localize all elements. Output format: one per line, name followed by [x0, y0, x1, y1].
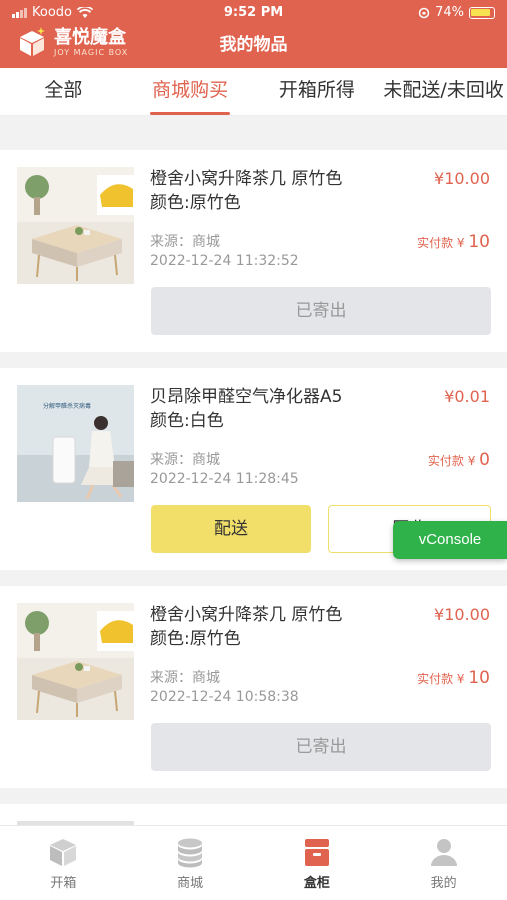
paid-amount: 实付款 ¥ 10: [417, 668, 490, 688]
battery-icon: [469, 6, 495, 19]
shipped-status-button[interactable]: 已寄出: [151, 287, 491, 335]
product-image: [17, 167, 134, 284]
vconsole-button[interactable]: vConsole: [393, 521, 507, 559]
shipped-status-button[interactable]: 已寄出: [151, 723, 491, 771]
nav-label-profile: 我的: [430, 876, 457, 891]
tab-all[interactable]: 全部: [0, 68, 127, 115]
product-color: 颜色:白色: [150, 411, 224, 431]
item-card: 橙舍小窝升降茶几 原竹色 颜色:原竹色 ¥10.00 来源：商城 2022-12…: [0, 586, 507, 788]
tab-unbox-gains[interactable]: 开箱所得: [254, 68, 381, 115]
battery-percent: 74%: [435, 5, 464, 20]
product-title: 橙舍小窝升降茶几 原竹色: [150, 169, 343, 189]
coins-icon: [178, 838, 203, 868]
product-image: [17, 603, 134, 720]
product-price: ¥10.00: [434, 605, 490, 624]
product-source: 来源：商城: [150, 452, 220, 468]
cabinet-icon: [304, 839, 329, 866]
nav-item-profile[interactable]: 我的: [380, 826, 507, 900]
deliver-button[interactable]: 配送: [151, 505, 311, 553]
product-image: 分解甲醛杀灭病毒: [17, 385, 134, 502]
product-source: 来源：商城: [150, 234, 220, 250]
nav-item-mall[interactable]: 商城: [127, 826, 254, 900]
paid-amount: 实付款 ¥ 0: [428, 450, 490, 470]
nav-label-cabinet: 盒柜: [303, 876, 330, 891]
product-price: ¥0.01: [444, 387, 490, 406]
paid-value: 10: [468, 668, 490, 688]
tab-undelivered[interactable]: 未配送/未回收: [380, 68, 507, 115]
bottom-nav: 开箱 商城 盒柜 我的: [0, 825, 507, 900]
paid-value: 0: [479, 450, 490, 470]
product-color: 颜色:原竹色: [150, 629, 241, 649]
user-icon: [430, 839, 457, 866]
nav-label-mall: 商城: [177, 876, 204, 891]
nav-item-cabinet[interactable]: 盒柜: [254, 826, 381, 900]
product-title: 贝昂除甲醛空气净化器A5: [150, 387, 343, 407]
paid-value: 10: [468, 232, 490, 252]
order-date: 2022-12-24 11:32:52: [150, 253, 299, 269]
product-title: 橙舍小窝升降茶几 原竹色: [150, 605, 343, 625]
order-date: 2022-12-24 11:28:45: [150, 471, 299, 487]
product-price: ¥10.00: [434, 169, 490, 188]
paid-label: 实付款 ¥: [417, 672, 465, 686]
paid-label: 实付款 ¥: [417, 236, 465, 250]
item-card-partial: [0, 804, 507, 825]
product-image-caption: 分解甲醛杀灭病毒: [43, 403, 92, 410]
paid-label: 实付款 ¥: [427, 454, 476, 468]
filter-tabs: 全部 商城购买 开箱所得 未配送/未回收: [0, 68, 507, 116]
product-source: 来源：商城: [150, 670, 220, 686]
cube-icon: [50, 839, 77, 866]
page-title: 我的物品: [219, 35, 288, 55]
product-color: 颜色:原竹色: [150, 193, 241, 213]
tab-mall-purchase[interactable]: 商城购买: [127, 68, 254, 115]
orientation-lock-icon: [418, 7, 430, 18]
app-header: Koodo 9:52 PM 74% 喜悦魔盒 JOY MAGIC BOX 我的物…: [0, 0, 507, 68]
nav-label-unbox: 开箱: [50, 876, 77, 891]
item-card: 橙舍小窝升降茶几 原竹色 颜色:原竹色 ¥10.00 来源：商城 2022-12…: [0, 150, 507, 352]
paid-amount: 实付款 ¥ 10: [417, 232, 490, 252]
order-date: 2022-12-24 10:58:38: [150, 689, 299, 705]
status-bar: Koodo 9:52 PM 74%: [0, 0, 507, 26]
nav-item-unbox[interactable]: 开箱: [0, 826, 127, 900]
